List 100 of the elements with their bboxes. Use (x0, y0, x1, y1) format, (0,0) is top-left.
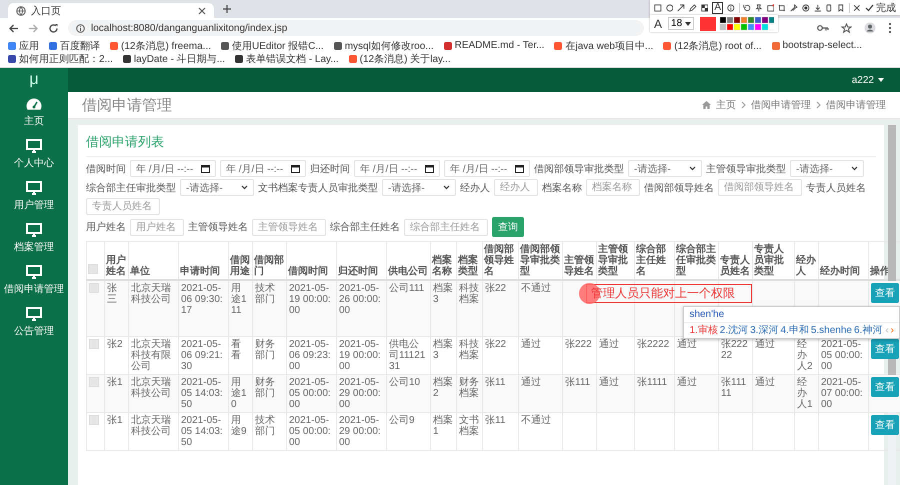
pen-icon[interactable] (689, 2, 697, 12)
table-cell: 北京天瑞科技公司 (131, 414, 171, 436)
caret-icon (241, 185, 248, 190)
bookmark[interactable]: README.md - Ter... (444, 39, 544, 52)
date-field[interactable]: 年 /月/日 --:-- (220, 160, 306, 177)
calendar-icon[interactable] (425, 164, 434, 173)
calendar-icon[interactable] (201, 164, 210, 173)
undo-icon[interactable] (743, 2, 752, 12)
done-button[interactable]: 完成 (864, 0, 896, 14)
checkbox[interactable] (88, 264, 98, 274)
bookmark[interactable]: (12条消息) freema... (110, 39, 212, 52)
crop-icon[interactable] (778, 2, 786, 12)
profile-icon[interactable] (864, 22, 876, 34)
address-bar[interactable]: localhost:8080/danganguanlixitong/index.jsp (68, 20, 644, 36)
star-icon[interactable] (841, 22, 852, 34)
pin-icon[interactable] (790, 2, 798, 12)
table-cell: 张22222 (721, 338, 748, 360)
sidebar-item[interactable]: 主页 (24, 92, 44, 133)
table-cell: 通过 (677, 376, 697, 388)
date-field[interactable]: 年 /月/日 --:-- (354, 160, 440, 177)
table-cell: 张22 (485, 338, 506, 350)
image-icon[interactable] (766, 2, 774, 12)
bookmark[interactable]: 在java web项目中... (554, 39, 654, 52)
rectangle-icon[interactable] (654, 2, 662, 12)
sidebar-item[interactable]: 借阅申请管理 (4, 259, 64, 301)
circle-icon[interactable] (666, 2, 674, 12)
search-button[interactable]: 查询 (492, 217, 524, 237)
bookmark[interactable]: mysql如何修改roo... (334, 39, 434, 52)
ime-candidate[interactable]: 1.审核 (689, 325, 718, 336)
column-header: 综合部主任审批类型 (676, 244, 716, 277)
font-size-select[interactable]: 18 (668, 17, 694, 30)
close-icon[interactable] (198, 6, 206, 14)
ime-candidate[interactable]: 6.神河 (854, 325, 882, 336)
date-field[interactable]: 年 /月/日 --:-- (130, 160, 216, 177)
new-tab-icon[interactable] (222, 4, 232, 14)
select-field[interactable]: -请选择- (628, 160, 702, 177)
select-field[interactable]: -请选择- (180, 179, 254, 196)
table-cell: 张11111 (721, 376, 746, 398)
select-field[interactable]: -请选择- (382, 179, 456, 196)
download-icon[interactable] (814, 2, 822, 12)
breadcrumb-link[interactable]: 主页 (716, 98, 736, 112)
bookmark[interactable]: 如何用正则匹配：2... (8, 52, 113, 65)
logo[interactable]: μ (29, 68, 39, 92)
pin-icon[interactable] (755, 2, 763, 12)
menu-icon[interactable] (888, 22, 892, 34)
checkbox[interactable] (89, 376, 99, 386)
checkbox[interactable] (89, 414, 99, 424)
breadcrumb-link[interactable]: 借阅申请管理 (751, 98, 811, 112)
text-field[interactable]: 专责人员姓名 (86, 198, 160, 215)
table-cell: 档案2 (433, 376, 453, 398)
font-tool[interactable]: A (654, 18, 662, 28)
ime-candidate[interactable]: 5.shenhe (810, 325, 852, 336)
text-field[interactable]: 借阅部领导姓名 (718, 179, 802, 196)
bookmark-icon[interactable] (836, 2, 845, 12)
bookmark[interactable]: (12条消息) 关于lay... (348, 52, 451, 65)
checkbox[interactable] (89, 338, 99, 348)
text-field[interactable]: 综合部主任姓名 (404, 218, 488, 236)
filter-label: 主管领导审批类型 (706, 162, 786, 176)
bookmark[interactable]: (12条消息) root of... (663, 39, 762, 52)
arrow-icon[interactable] (677, 2, 686, 12)
bookmark[interactable]: 百度翻译 (49, 39, 100, 52)
column-header: 档案类型 (458, 255, 478, 277)
sidebar-item[interactable]: 公告管理 (14, 301, 54, 343)
text-field[interactable]: 主管领导姓名 (252, 218, 326, 236)
table-cell: 张1111 (637, 376, 668, 388)
text-field[interactable]: 经办人 (494, 179, 538, 196)
date-field[interactable]: 年 /月/日 --:-- (444, 160, 530, 177)
info-icon[interactable] (727, 2, 735, 12)
table-cell: 张11 (485, 376, 506, 388)
reload-icon[interactable] (48, 22, 59, 34)
select-field[interactable]: -请选择- (790, 160, 864, 177)
calendar-icon[interactable] (291, 164, 300, 173)
bookmark[interactable]: 使用UEditor 报错C... (221, 39, 324, 52)
phone-icon[interactable] (825, 2, 833, 12)
sidebar-item[interactable]: 个人中心 (14, 133, 54, 175)
filter-label: 文书档案专责人员审批类型 (258, 182, 378, 194)
table-cell: 2021-05-05 14:03:50 (181, 376, 223, 410)
text-field[interactable]: 用户姓名 (130, 218, 184, 236)
text-tool[interactable]: A (712, 2, 724, 14)
back-icon[interactable] (8, 22, 19, 34)
bookmark[interactable]: bootstrap-select... (772, 39, 862, 52)
bookmark[interactable]: 应用 (8, 39, 39, 52)
close-icon[interactable] (853, 2, 861, 12)
sidebar-item[interactable]: 档案管理 (14, 217, 54, 259)
user-menu[interactable]: a222 (852, 74, 884, 86)
bookmark[interactable]: layDate - 斗日期与... (122, 52, 226, 65)
bookmark[interactable]: 表单错误文档 - Lay... (235, 52, 339, 65)
ime-candidate[interactable]: 2.沈河 (720, 325, 748, 336)
color-palette-drawing[interactable] (700, 16, 774, 30)
record-icon[interactable] (802, 2, 810, 12)
mosaic-icon[interactable] (700, 2, 708, 12)
checkbox[interactable] (89, 283, 99, 293)
ime-candidate[interactable]: 4.申和 (780, 325, 809, 336)
sidebar-item[interactable]: 用户管理 (14, 175, 54, 217)
breadcrumb-link[interactable]: 借阅申请管理 (826, 98, 886, 112)
browser-tab[interactable]: 入口页 (8, 3, 214, 18)
key-icon[interactable] (817, 24, 829, 32)
text-field[interactable]: 档案名称 (586, 179, 640, 196)
calendar-icon[interactable] (515, 164, 524, 173)
ime-candidate[interactable]: 3.深河 (750, 325, 778, 336)
